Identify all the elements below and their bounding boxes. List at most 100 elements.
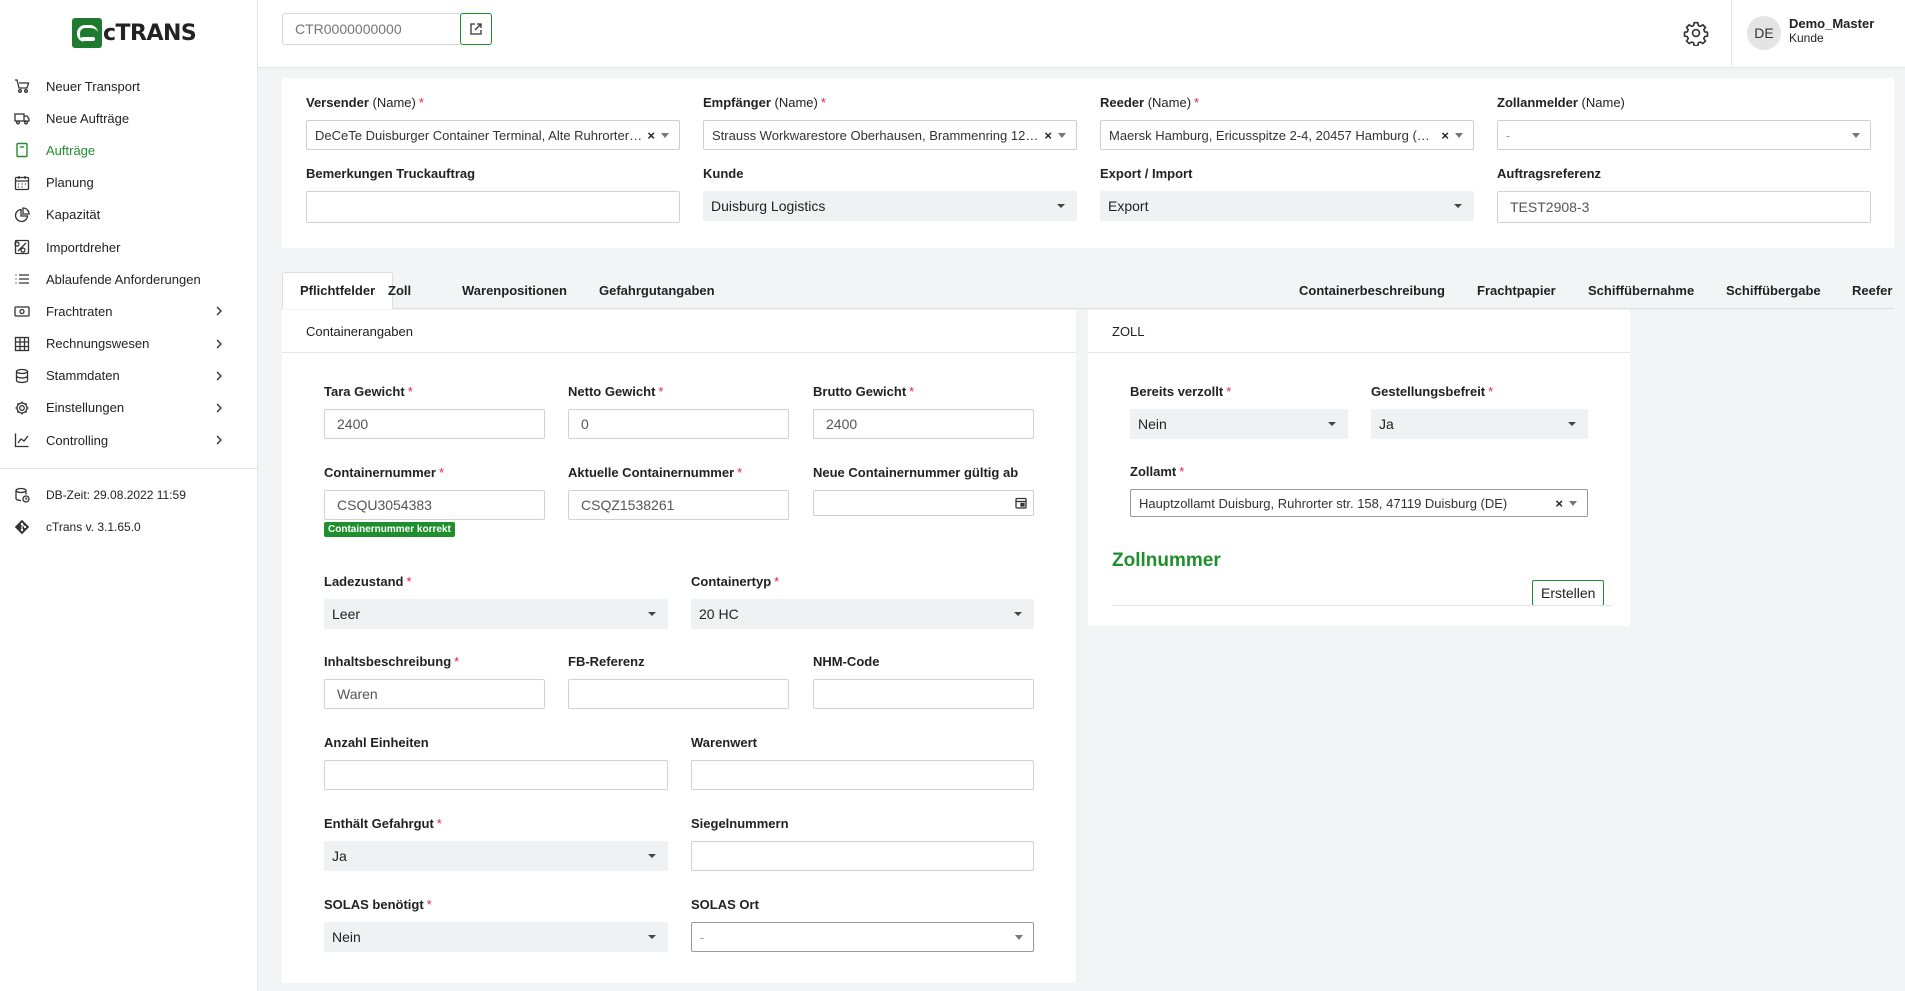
calendar-icon[interactable] — [1015, 497, 1027, 509]
clear-icon[interactable]: × — [1441, 128, 1449, 143]
clear-icon[interactable]: × — [647, 128, 655, 143]
sidebar-item-frachtraten[interactable]: Frachtraten — [0, 295, 258, 327]
bemerkungen-label: Bemerkungen Truckauftrag — [306, 166, 476, 181]
tab-reefer[interactable]: Reefer — [1835, 272, 1905, 309]
app-version-text: cTrans v. 3.1.65.0 — [46, 520, 141, 535]
siegelnummern-input[interactable] — [691, 841, 1034, 871]
clear-icon[interactable]: × — [1044, 128, 1052, 143]
gestellungsbefreit-select[interactable]: Ja — [1371, 409, 1588, 439]
avatar[interactable]: DE — [1747, 16, 1781, 50]
tab-zoll[interactable]: Zoll — [371, 272, 428, 309]
neue-containernummer-date-input[interactable] — [813, 490, 1034, 516]
app-logo[interactable]: cTRANS — [72, 16, 197, 50]
ctrans-logo-icon — [72, 18, 102, 48]
netto-field: Netto Gewicht * 0 — [568, 384, 789, 439]
aktuelle-containernummer-field: Aktuelle Containernummer * CSQZ1538261 — [568, 465, 789, 520]
netto-input[interactable]: 0 — [568, 409, 789, 439]
brutto-field: Brutto Gewicht * 2400 — [813, 384, 1034, 439]
sidebar-item-planung[interactable]: Planung — [0, 167, 258, 199]
nhm-code-input[interactable] — [813, 679, 1034, 709]
auftragsreferenz-field: Auftragsreferenz TEST2908-3 — [1497, 166, 1871, 223]
database-clock-icon — [13, 486, 31, 504]
tab-schiffuebergabe[interactable]: Schiffübergabe — [1709, 272, 1838, 309]
neue-containernummer-label: Neue Containernummer gültig ab — [813, 465, 1019, 480]
external-link-icon — [470, 23, 482, 35]
warenwert-input[interactable] — [691, 760, 1034, 790]
anzahl-einheiten-field: Anzahl Einheiten — [324, 735, 668, 790]
empfaenger-select[interactable]: Strauss Workwarestore Oberhausen, Bramme… — [703, 120, 1077, 150]
sidebar-item-neue-auftraege[interactable]: Neue Aufträge — [0, 102, 258, 134]
auftragsreferenz-input[interactable]: TEST2908-3 — [1497, 191, 1871, 223]
gear-icon — [13, 399, 31, 417]
sidebar-item-stammdaten[interactable]: Stammdaten — [0, 360, 258, 392]
sidebar-item-label: Aufträge — [46, 142, 96, 158]
zollnummer-title: Zollnummer — [1112, 550, 1221, 571]
empfaenger-field: Empfänger (Name) * Strauss Workwarestore … — [703, 95, 1077, 150]
kunde-select[interactable]: Duisburg Logistics — [703, 191, 1077, 221]
export-import-field: Export / Import Export — [1100, 166, 1474, 221]
gefahrgut-label: Enthält Gefahrgut * — [324, 816, 442, 831]
sidebar-item-label: Stammdaten — [46, 368, 120, 384]
containertyp-select[interactable]: 20 HC — [691, 599, 1034, 629]
avatar-initials: DE — [1754, 25, 1774, 41]
zollanmelder-select[interactable]: - — [1497, 120, 1871, 150]
anzahl-einheiten-input[interactable] — [324, 760, 668, 790]
bemerkungen-input[interactable] — [306, 191, 680, 223]
sidebar-item-controlling[interactable]: Controlling — [0, 424, 258, 456]
zollanmelder-value: - — [1506, 127, 1511, 143]
tara-label: Tara Gewicht * — [324, 384, 413, 399]
zollamt-value: Hauptzollamt Duisburg, Ruhrorter str. 15… — [1139, 495, 1508, 511]
sidebar-item-einstellungen[interactable]: Einstellungen — [0, 392, 258, 424]
user-role: Kunde — [1789, 31, 1824, 45]
inhaltsbeschreibung-input[interactable]: Waren — [324, 679, 545, 709]
tab-schiffuebernahme[interactable]: Schiffübernahme — [1571, 272, 1711, 309]
sidebar-item-label: Controlling — [46, 432, 109, 448]
export-import-select[interactable]: Export — [1100, 191, 1474, 221]
gestellungsbefreit-label: Gestellungsbefreit * — [1371, 384, 1494, 399]
bereits-verzollt-field: Bereits verzollt * Nein — [1130, 384, 1348, 439]
bereits-verzollt-select[interactable]: Nein — [1130, 409, 1348, 439]
sidebar-item-kapazitaet[interactable]: Kapazität — [0, 199, 258, 231]
anzahl-einheiten-label: Anzahl Einheiten — [324, 735, 429, 750]
search-input[interactable] — [282, 13, 462, 45]
tab-frachtpapier[interactable]: Frachtpapier — [1460, 272, 1573, 309]
containernummer-field: Containernummer * CSQU3054383 Containernu… — [324, 465, 545, 537]
erstellen-button[interactable]: Erstellen — [1532, 580, 1605, 606]
db-time-text: DB-Zeit: 29.08.2022 11:59 — [46, 488, 186, 503]
order-header-card: Versender (Name) * DeCeTe Duisburger Cont… — [282, 78, 1894, 248]
ladezustand-select[interactable]: Leer — [324, 599, 668, 629]
tara-input[interactable]: 2400 — [324, 409, 545, 439]
solas-ort-select[interactable]: - — [691, 922, 1034, 952]
sidebar-item-rechnungswesen[interactable]: Rechnungswesen — [0, 328, 258, 360]
sidebar-item-label: Rechnungswesen — [46, 336, 150, 352]
clear-icon[interactable]: × — [1555, 496, 1563, 511]
sidebar-item-importdreher[interactable]: Importdreher — [0, 231, 258, 263]
aktuelle-containernummer-input[interactable]: CSQZ1538261 — [568, 490, 789, 520]
ladezustand-label: Ladezustand * — [324, 574, 412, 589]
ladezustand-field: Ladezustand * Leer — [324, 574, 668, 629]
kunde-label: Kunde — [703, 166, 744, 181]
tab-containerbeschreibung[interactable]: Containerbeschreibung — [1282, 272, 1462, 309]
containernummer-input[interactable]: CSQU3054383 — [324, 490, 545, 520]
nhm-code-label: NHM-Code — [813, 654, 880, 669]
reeder-select[interactable]: Maersk Hamburg, Ericusspitze 2-4, 20457 … — [1100, 120, 1474, 150]
sidebar-item-auftraege[interactable]: Aufträge — [0, 134, 258, 166]
solas-ort-label: SOLAS Ort — [691, 897, 759, 912]
zollamt-select[interactable]: Hauptzollamt Duisburg, Ruhrorter str. 15… — [1130, 489, 1588, 517]
tab-gefahrgutangaben[interactable]: Gefahrgutangaben — [582, 272, 732, 309]
fb-referenz-input[interactable] — [568, 679, 789, 709]
sidebar-item-ablaufende-anforderungen[interactable]: Ablaufende Anforderungen — [0, 263, 258, 295]
brutto-input[interactable]: 2400 — [813, 409, 1034, 439]
sidebar-item-neuer-transport[interactable]: Neuer Transport — [0, 70, 258, 102]
zollanmelder-field: Zollanmelder (Name) - — [1497, 95, 1871, 150]
solas-benoetigt-select[interactable]: Nein — [324, 922, 668, 952]
kunde-field: Kunde Duisburg Logistics — [703, 166, 1077, 221]
tab-warenpositionen[interactable]: Warenpositionen — [445, 272, 584, 309]
gefahrgut-select[interactable]: Ja — [324, 841, 668, 871]
open-order-button[interactable] — [460, 13, 492, 45]
settings-gear-icon[interactable] — [1683, 20, 1709, 46]
containernummer-label: Containernummer * — [324, 465, 445, 480]
chevron-right-icon — [216, 339, 222, 349]
calendar-icon — [13, 174, 31, 192]
versender-select[interactable]: DeCeTe Duisburger Container Terminal, Al… — [306, 120, 680, 150]
